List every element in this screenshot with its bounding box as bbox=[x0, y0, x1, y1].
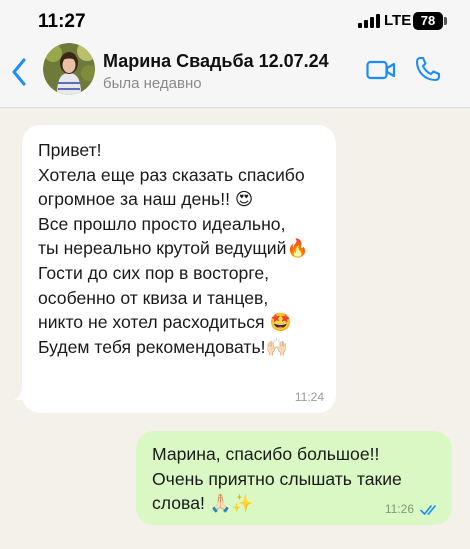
outgoing-message[interactable]: Марина, спасибо большое!! Очень приятно … bbox=[136, 431, 452, 525]
message-line: Будем тебя рекомендовать!🙌🏻 bbox=[38, 336, 288, 357]
chat-header: 11:27 LTE 78 Марина Свадьба 12.07.24 был… bbox=[0, 0, 470, 108]
status-time: 11:27 bbox=[38, 11, 86, 32]
video-camera-icon bbox=[366, 60, 396, 80]
message-line: ты нереально крутой ведущий🔥 bbox=[38, 238, 309, 259]
message-line: огромное за наш день!! 😍 bbox=[38, 189, 254, 210]
message-line: Марина, спасибо большое!! bbox=[152, 444, 380, 464]
message-line: Привет! bbox=[38, 140, 102, 160]
voice-call-button[interactable] bbox=[414, 55, 442, 83]
network-type: LTE bbox=[384, 12, 412, 29]
message-line: Все прошло просто идеально, bbox=[38, 213, 286, 234]
message-line: Очень приятно слышать такие bbox=[152, 468, 402, 489]
battery-indicator: 78 bbox=[413, 12, 443, 30]
chevron-left-icon bbox=[12, 58, 26, 86]
message-time: 11:24 bbox=[294, 390, 324, 404]
double-check-icon bbox=[420, 505, 436, 515]
message-line: Гости до сих пор в восторге, bbox=[38, 262, 270, 283]
chat-area[interactable]: Привет! Хотела еще раз сказать спасибо о… bbox=[0, 109, 470, 549]
contact-name[interactable]: Марина Свадьба 12.07.24 bbox=[103, 51, 329, 72]
incoming-message[interactable]: Привет! Хотела еще раз сказать спасибо о… bbox=[22, 125, 336, 413]
video-call-button[interactable] bbox=[366, 59, 396, 81]
message-line: никто не хотел расходиться 🤩 bbox=[38, 312, 292, 333]
battery-nub bbox=[444, 17, 447, 25]
back-button[interactable] bbox=[6, 54, 34, 90]
contact-last-seen: была недавно bbox=[103, 75, 202, 92]
message-line: Хотела еще раз сказать спасибо bbox=[38, 164, 305, 185]
signal-icon bbox=[358, 14, 380, 28]
avatar[interactable] bbox=[43, 43, 95, 95]
phone-icon bbox=[415, 56, 441, 82]
message-line: особенно от квиза и танцев, bbox=[38, 287, 269, 308]
message-time: 11:26 bbox=[384, 502, 414, 516]
